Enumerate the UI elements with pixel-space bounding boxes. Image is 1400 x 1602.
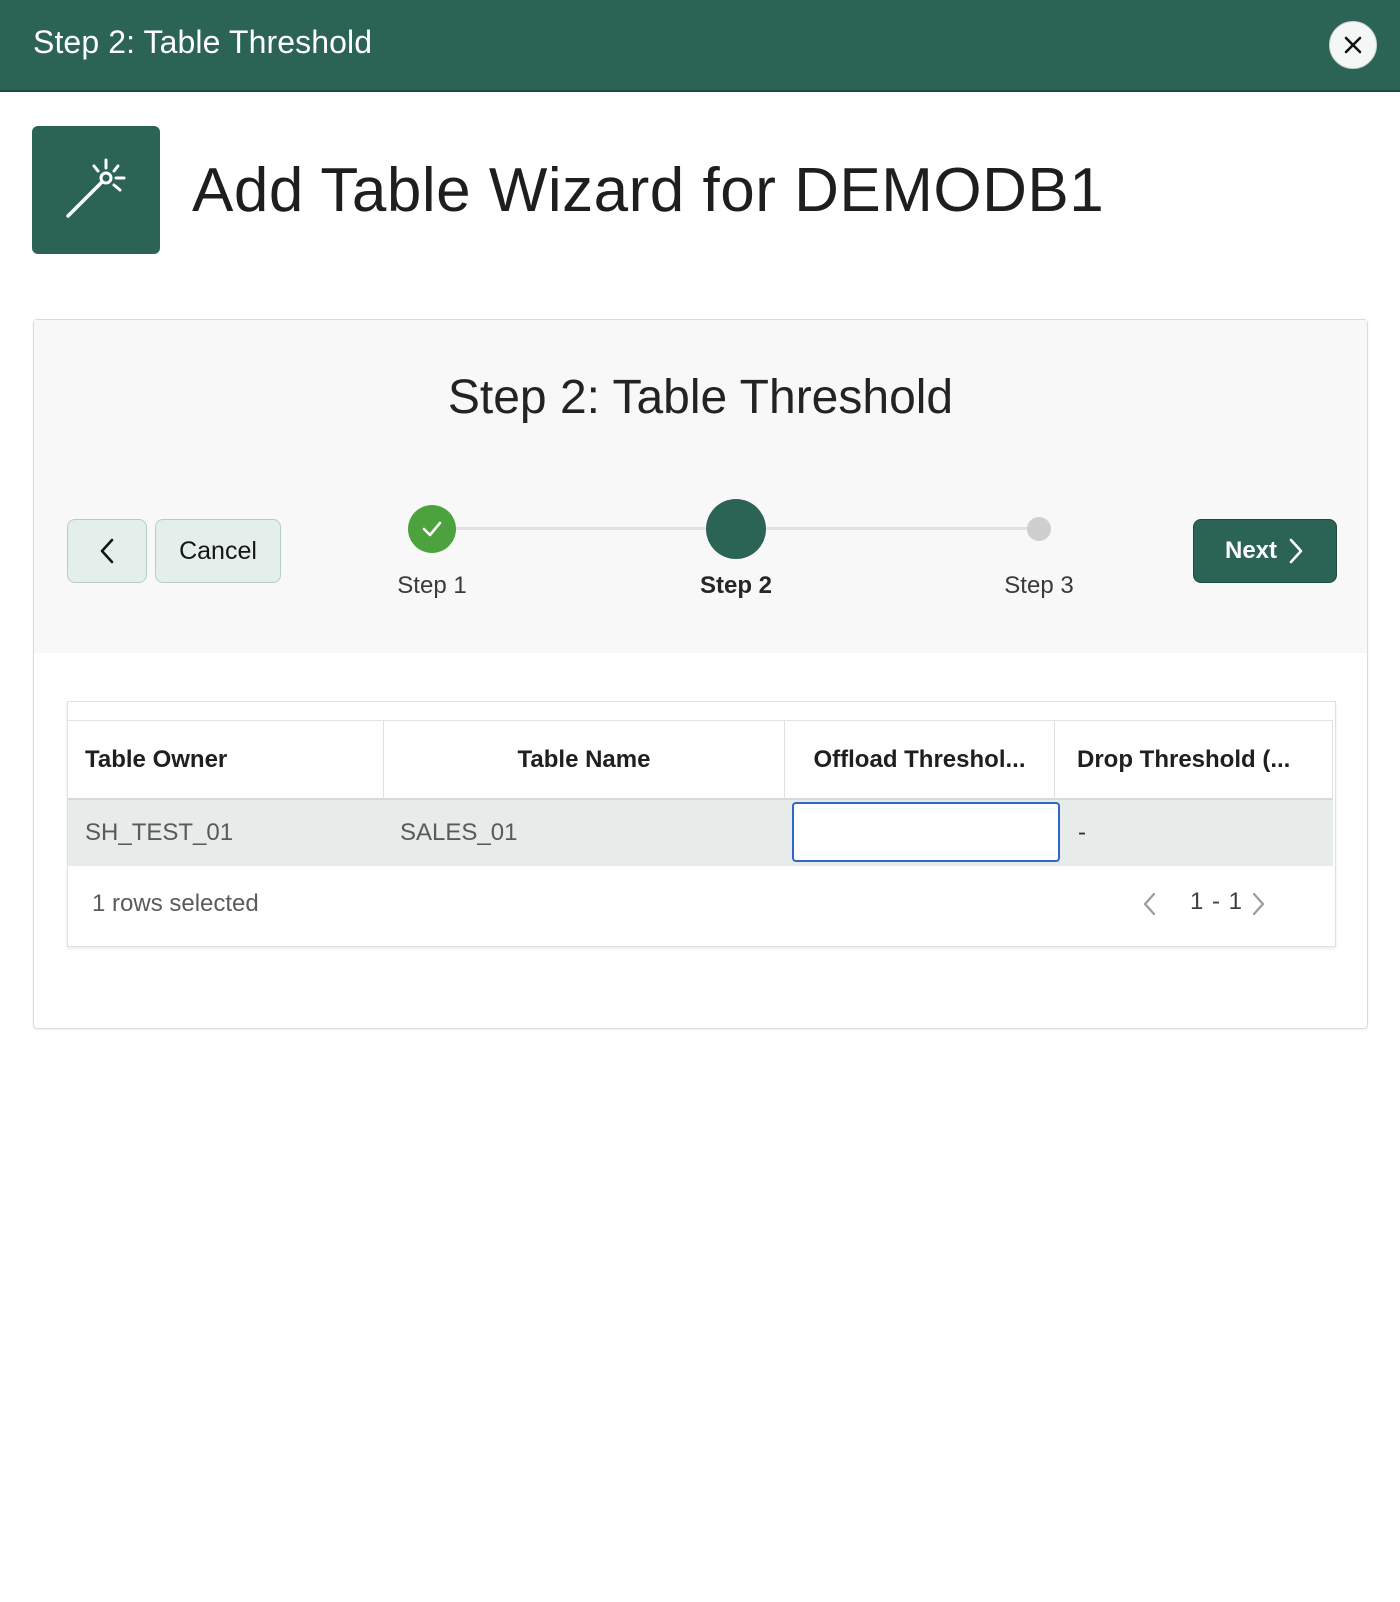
table-row[interactable]: SH_TEST_01 SALES_01 - <box>68 800 1333 866</box>
column-header-drop-threshold[interactable]: Drop Threshold (... <box>1055 721 1333 799</box>
step-3-label: Step 3 <box>1004 572 1074 599</box>
chevron-left-icon <box>100 538 114 564</box>
cell-table-name: SALES_01 <box>400 819 518 846</box>
step-1-label[interactable]: Step 1 <box>372 572 492 600</box>
cell-drop-threshold: - <box>1078 819 1086 846</box>
next-page-button[interactable] <box>1248 890 1268 923</box>
column-header-table-owner[interactable]: Table Owner <box>68 721 384 799</box>
next-button[interactable]: Next <box>1193 519 1337 583</box>
step-3-marker <box>1027 517 1051 541</box>
step-2-marker <box>706 499 766 559</box>
chevron-right-icon <box>1252 892 1265 916</box>
close-button[interactable] <box>1329 21 1377 69</box>
pagination-range: 1 - 1 <box>1190 888 1244 915</box>
wizard-card: Step 2: Table Threshold Cancel Step 1 St… <box>33 319 1368 1029</box>
previous-page-button[interactable] <box>1140 890 1160 923</box>
dialog-titlebar: Step 2: Table Threshold <box>0 0 1400 92</box>
cell-table-owner: SH_TEST_01 <box>85 819 234 846</box>
offload-threshold-input[interactable] <box>792 802 1060 862</box>
threshold-table: Table Owner Table Name Offload Threshol.… <box>67 701 1336 947</box>
table-header: Table Owner Table Name Offload Threshol.… <box>68 720 1333 800</box>
selection-status: 1 rows selected <box>92 890 259 917</box>
step-track <box>432 527 732 530</box>
chevron-right-icon <box>1289 538 1303 564</box>
close-icon <box>1344 36 1362 54</box>
chevron-left-icon <box>1143 892 1156 916</box>
step-1-marker[interactable] <box>408 505 456 553</box>
wizard-train-panel: Step 2: Table Threshold Cancel Step 1 St… <box>34 320 1367 653</box>
page-title: Add Table Wizard for DEMODB1 <box>192 156 1105 225</box>
step-heading: Step 2: Table Threshold <box>447 371 954 424</box>
back-button[interactable] <box>67 519 147 583</box>
step-2-label: Step 2 <box>699 572 773 599</box>
next-button-label: Next <box>1224 537 1278 564</box>
dialog-title: Step 2: Table Threshold <box>33 24 373 60</box>
wizard-dialog: Step 2: Table Threshold Add Table Wizard… <box>0 0 1400 1602</box>
magic-wand-icon <box>32 126 160 254</box>
cancel-button[interactable]: Cancel <box>155 519 281 583</box>
column-header-table-name[interactable]: Table Name <box>384 721 785 799</box>
checkmark-icon <box>422 521 442 537</box>
step-track <box>736 527 1039 530</box>
column-header-offload-threshold[interactable]: Offload Threshol... <box>785 721 1055 799</box>
